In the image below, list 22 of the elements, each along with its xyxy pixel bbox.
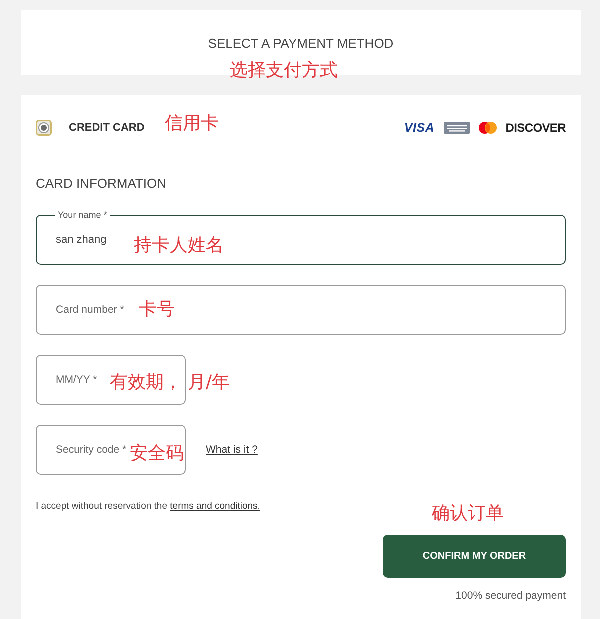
annotation-text: 选择支付方式 [230,60,338,81]
overlapping-circles-icon [478,122,497,134]
radio-icon[interactable] [36,120,52,136]
section-title: CARD INFORMATION [36,175,166,193]
terms-text: I accept without reservation the terms and conditions. [36,500,260,513]
card-logo-icon [444,122,470,134]
field-label: Your name * [55,209,110,221]
annotation-text: 安全码 [130,443,184,464]
card-brand-logo: DISCOVER [506,121,566,135]
option-label: CREDIT CARD [69,121,145,135]
annotation-text: 卡号 [139,299,175,320]
card-brand-logo: VISA [404,121,435,135]
annotation-text: 有效期， [110,372,182,393]
annotation-text: 持卡人姓名 [134,235,224,256]
confirm-button[interactable]: CONFIRM MY ORDER [383,535,566,578]
terms-link[interactable]: terms and conditions. [170,501,260,512]
page-title: SELECT A PAYMENT METHOD [208,35,394,53]
annotation-text: 确认订单 [432,503,504,524]
secure-note: 100% secured payment [456,589,566,603]
help-link[interactable]: What is it ? [206,444,258,456]
annotation-text: 月/年 [188,372,230,393]
annotation-text: 信用卡 [165,113,219,134]
